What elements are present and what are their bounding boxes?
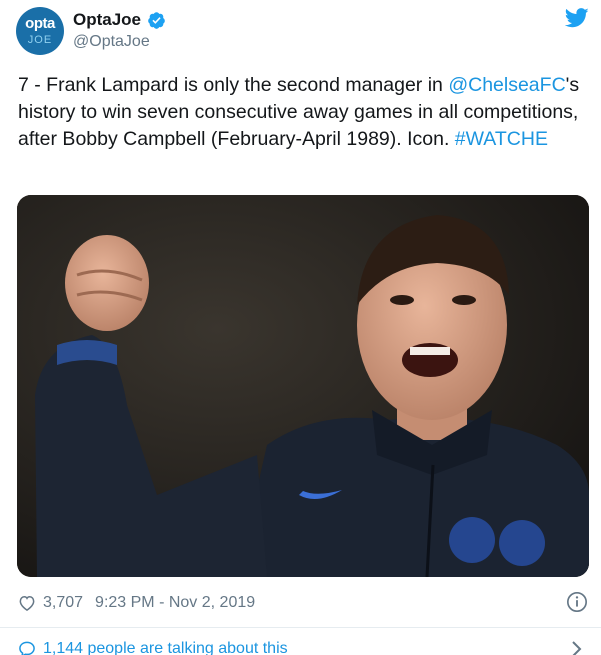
tweet-card: opta JOE OptaJoe @OptaJoe 7 - Frank Lamp…: [0, 0, 601, 655]
twitter-bird-icon[interactable]: [565, 8, 589, 28]
author-handle[interactable]: @OptaJoe: [73, 33, 150, 51]
avatar-logo-subtext: JOE: [27, 34, 53, 46]
info-icon[interactable]: [566, 591, 588, 613]
tweet-timestamp[interactable]: 9:23 PM - Nov 2, 2019: [95, 594, 255, 612]
heart-icon[interactable]: [17, 593, 37, 613]
photo-illustration: [17, 195, 589, 577]
divider: [0, 627, 601, 628]
mention-link[interactable]: @ChelseaFC: [448, 74, 565, 96]
tweet-meta: 3,707 9:23 PM - Nov 2, 2019: [17, 591, 255, 615]
reply-icon: [19, 641, 35, 655]
tweet-photo[interactable]: [17, 195, 589, 577]
display-name[interactable]: OptaJoe: [73, 10, 141, 30]
tweet-text: 7 - Frank Lampard is only the second man…: [18, 72, 588, 153]
talking-text: 1,144 people are talking about this: [43, 640, 288, 655]
avatar[interactable]: opta JOE: [16, 7, 64, 55]
chevron-right-icon[interactable]: [570, 640, 584, 655]
conversation-link[interactable]: 1,144 people are talking about this: [17, 638, 288, 655]
like-count[interactable]: 3,707: [43, 594, 83, 612]
avatar-logo-text: opta: [25, 15, 55, 32]
author-name-row[interactable]: OptaJoe: [73, 9, 166, 31]
tweet-text-part1: 7 - Frank Lampard is only the second man…: [18, 74, 449, 96]
hashtag-link[interactable]: #WATCHE: [455, 128, 548, 150]
verified-badge-icon: [148, 11, 165, 29]
